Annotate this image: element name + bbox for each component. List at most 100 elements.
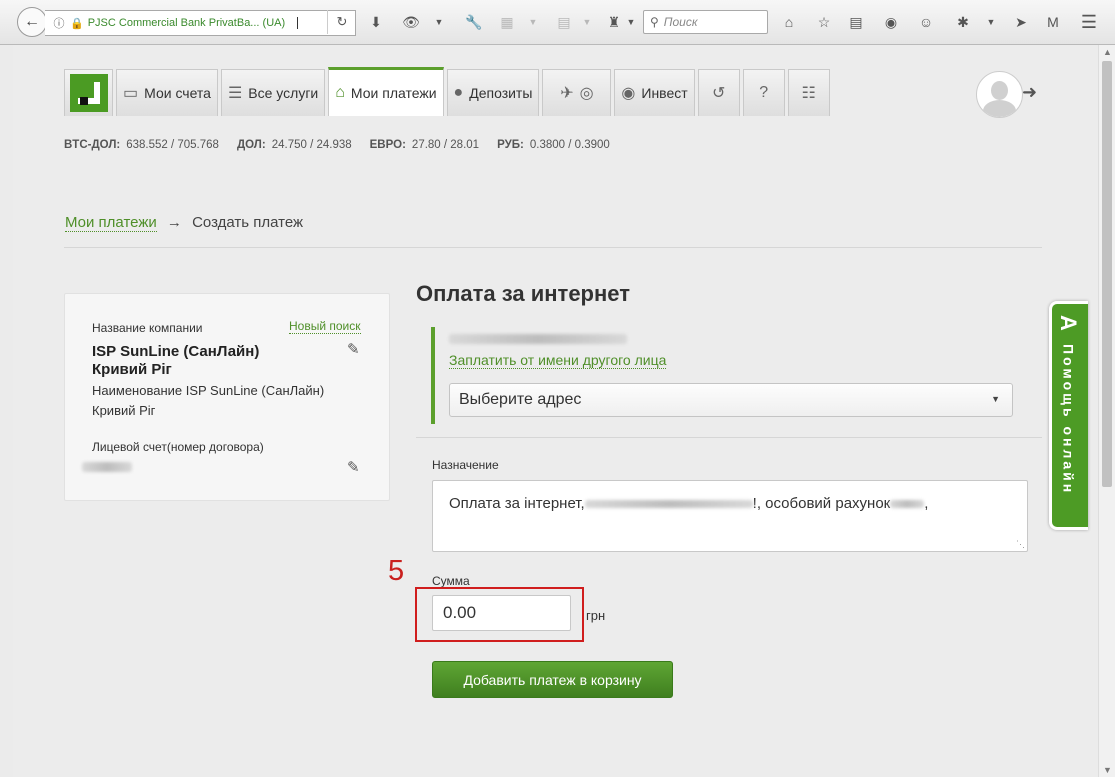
currency-label: грн (586, 608, 606, 623)
send-icon[interactable]: ➤ (1010, 11, 1032, 33)
tab-label: Депозиты (469, 85, 533, 101)
company-name: ISP SunLine (СанЛайн) Кривий Ріг (92, 343, 260, 378)
pay-for-other-link[interactable]: Заплатить от имени другого лица (449, 352, 667, 369)
purpose-label: Назначение (432, 458, 499, 472)
search-icon: ⚲ (650, 15, 659, 29)
question-icon: ? (759, 84, 769, 101)
rate-label: ЕВРО: (369, 139, 406, 151)
chevron-down-icon[interactable]: ▼ (522, 11, 544, 33)
privatbank-logo[interactable] (64, 69, 113, 116)
url-bar[interactable]: ⓘ 🔒 PJSC Commercial Bank PrivatBa... (UA… (45, 10, 356, 36)
company-card: Название компании Новый поиск ISP SunLin… (64, 293, 390, 501)
add-to-cart-label: Добавить платеж в корзину (463, 671, 642, 688)
search-placeholder: Поиск (663, 15, 698, 29)
eye-icon[interactable]: 👁 (400, 11, 422, 33)
scroll-thumb[interactable] (1102, 61, 1112, 487)
star-icon[interactable]: ☆ (813, 11, 835, 33)
piggy-bank-icon: ● (453, 84, 464, 101)
rate-label: BTC-ДОЛ: (64, 139, 121, 151)
download-icon[interactable]: ⬇ (365, 11, 387, 33)
rate-value: 0.3800 / 0.3900 (529, 139, 610, 151)
tab-my-accounts[interactable]: ▭ Мои счета (116, 69, 218, 116)
form-title: Оплата за интернет (416, 281, 630, 306)
resize-handle-icon[interactable]: ⋱ (1016, 539, 1025, 550)
payer-accent-bar (431, 327, 435, 424)
rate-value: 27.80 / 28.01 (411, 139, 480, 151)
history-icon: ↺ (711, 85, 726, 102)
address-select-value: Выберите адрес (459, 391, 582, 408)
breadcrumb-arrow: → (166, 214, 182, 231)
bug-icon[interactable]: ✱ (952, 11, 974, 33)
vertical-scrollbar[interactable]: ▲ ▼ (1098, 45, 1115, 777)
add-to-cart-button[interactable]: Добавить платеж в корзину (432, 661, 673, 698)
reload-icon[interactable]: ↻ (327, 10, 356, 34)
puzzle-icon[interactable]: ▦ (496, 11, 518, 33)
avatar[interactable] (976, 71, 1023, 118)
scroll-up-icon[interactable]: ▲ (1103, 47, 1112, 57)
tab-history[interactable]: ↺ (697, 69, 740, 116)
scroll-down-icon[interactable]: ▼ (1103, 765, 1112, 775)
purpose-redacted-account (890, 500, 925, 509)
breadcrumb-link-my-payments[interactable]: Мои платежи (65, 214, 157, 232)
exchange-rates: BTC-ДОЛ: 638.552 / 705.768 ДОЛ: 24.750 / 2… (64, 139, 628, 151)
new-search-link[interactable]: Новый поиск (289, 319, 361, 334)
logout-icon[interactable]: ➜ (1022, 82, 1037, 103)
chevron-down-icon[interactable]: ▼ (576, 11, 598, 33)
url-text[interactable] (297, 17, 299, 29)
purpose-redacted-address (584, 500, 753, 509)
tab-label: Мои счета (144, 85, 211, 101)
chevron-down-icon[interactable]: ▼ (980, 11, 1002, 33)
globe-icon: ◎ (579, 85, 594, 102)
tab-all-services[interactable]: ☰ Все услуги (220, 69, 326, 116)
mail-icon[interactable]: M (1042, 11, 1064, 33)
divider (64, 247, 1042, 248)
info-icon[interactable]: ⓘ (51, 16, 67, 30)
browser-search-input[interactable]: ⚲ Поиск (643, 10, 768, 34)
chevron-down-icon[interactable]: ▼ (620, 11, 642, 33)
pocket-icon[interactable]: ◉ (880, 11, 902, 33)
rate-eur: ЕВРО: 27.80 / 28.01 (370, 139, 479, 151)
rate-value: 24.750 / 24.938 (271, 139, 352, 151)
rate-label: ДОЛ: (236, 139, 266, 151)
tab-travel[interactable]: ✈ ◎ (542, 69, 612, 116)
form-divider (416, 437, 1042, 438)
back-arrow-icon[interactable]: ← (17, 7, 47, 37)
money-bag-icon: ◉ (621, 85, 636, 102)
home-icon: ⌂ (335, 84, 345, 101)
lock-icon: 🔒 (70, 17, 84, 30)
rate-usd: ДОЛ: 24.750 / 24.938 (237, 139, 352, 151)
address-select[interactable]: Выберите адрес ▼ (449, 383, 1013, 417)
rate-value: 638.552 / 705.768 (126, 139, 219, 151)
edit-pencil-icon[interactable]: ✎ (347, 340, 360, 358)
home-icon[interactable]: ⌂ (778, 11, 800, 33)
main-nav: ▭ Мои счета ☰ Все услуги ⌂ Мои платежи ●… (64, 67, 833, 118)
chevron-down-icon[interactable]: ▼ (428, 11, 450, 33)
wrench-icon[interactable]: 🔧 (463, 11, 485, 33)
tab-label: Все услуги (248, 85, 319, 101)
list-icon: ☰ (227, 85, 243, 102)
payer-name-redacted (449, 334, 627, 344)
tab-my-payments[interactable]: ⌂ Мои платежи (328, 67, 444, 116)
layout-icon[interactable]: ▤ (553, 11, 575, 33)
step-number-annotation: 5 (388, 555, 405, 587)
tab-help[interactable]: ? (742, 69, 785, 116)
help-online-tab[interactable]: A Помощь онлайн (1049, 301, 1088, 530)
tab-invest[interactable]: ◉ Инвест (614, 69, 695, 116)
edit-pencil-icon[interactable]: ✎ (347, 458, 360, 476)
menu-icon[interactable]: ☰ (1078, 11, 1100, 33)
browser-toolbar: ← ⓘ 🔒 PJSC Commercial Bank PrivatBa... (… (0, 0, 1115, 45)
chevron-down-icon: ▼ (991, 394, 1000, 404)
tab-deposits[interactable]: ● Депозиты (446, 69, 540, 116)
sum-label: Сумма (432, 574, 470, 588)
purpose-middle: !, особовий рахунок (752, 495, 891, 512)
avatar-body (983, 100, 1016, 117)
rate-btc: BTC-ДОЛ: 638.552 / 705.768 (64, 139, 219, 151)
url-site-identity[interactable]: PJSC Commercial Bank PrivatBa... (UA) (88, 17, 285, 29)
tab-cart[interactable]: ☷ (787, 69, 830, 116)
purpose-prefix: Оплата за інтернет, (449, 495, 585, 512)
purpose-textarea[interactable]: Оплата за інтернет,!, особовий рахунок, … (432, 480, 1028, 552)
reading-list-icon[interactable]: ▤ (845, 11, 867, 33)
help-letter-icon: A (1055, 315, 1081, 331)
cart-icon: ☷ (801, 85, 816, 102)
smiley-icon[interactable]: ☺ (915, 11, 937, 33)
